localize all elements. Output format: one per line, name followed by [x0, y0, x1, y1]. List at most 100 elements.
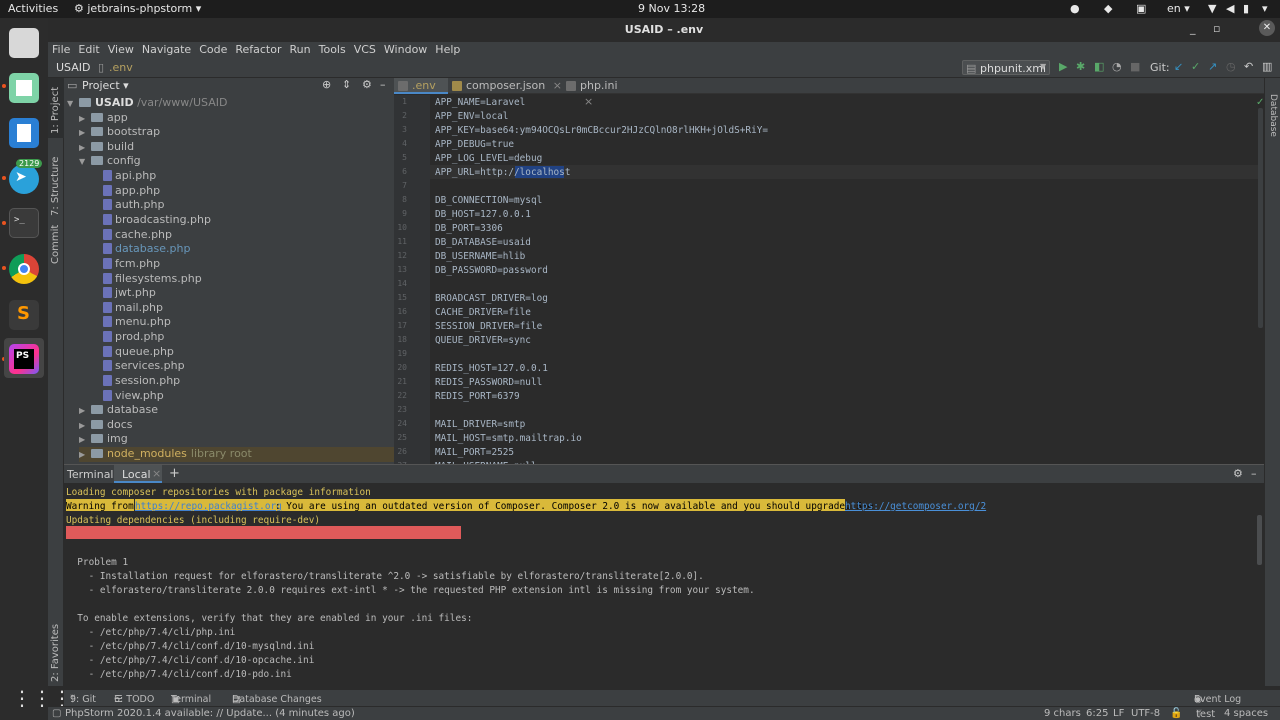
terminal-link[interactable]: https://repo.packagist.org [135, 501, 282, 512]
telegram-icon[interactable]: ➤ [9, 164, 39, 194]
tree-file[interactable]: jwt.php [91, 286, 156, 301]
activities-button[interactable]: Activities [8, 2, 58, 15]
gear-icon[interactable]: ⚙ [1233, 467, 1243, 480]
chevron-down-icon[interactable]: ▼ [79, 155, 91, 170]
tree-folder[interactable]: ▶ build [79, 140, 134, 155]
project-view-selector[interactable]: Project ▾ [82, 79, 129, 92]
tab-composer-json[interactable]: composer.json × [448, 78, 562, 94]
blank-app-icon[interactable] [9, 73, 39, 103]
code-line[interactable]: APP_ENV=local [435, 111, 508, 122]
editor-scrollbar[interactable] [1258, 108, 1263, 328]
status-indent[interactable]: 4 spaces [1224, 708, 1268, 719]
tree-file[interactable]: cache.php [91, 228, 172, 243]
run-icon[interactable]: ▶ [1059, 60, 1067, 73]
debug-icon[interactable]: ✱ [1076, 60, 1085, 73]
stop-icon[interactable]: ■ [1130, 60, 1140, 73]
sublime-icon[interactable]: S [9, 300, 39, 330]
chevron-right-icon[interactable]: ▶ [79, 433, 91, 448]
code-line[interactable]: DB_USERNAME=hlib [435, 251, 525, 262]
chrome-icon[interactable] [9, 254, 39, 284]
tree-file[interactable]: auth.php [91, 198, 164, 213]
files-icon[interactable] [9, 28, 39, 58]
sync-icon[interactable]: ● [1070, 2, 1080, 15]
phpstorm-icon[interactable]: PS [9, 344, 39, 374]
code-line[interactable]: DB_PASSWORD=password [435, 265, 548, 276]
clock[interactable]: 9 Nov 13:28 [638, 2, 705, 15]
git-commit-icon[interactable]: ✓ [1191, 60, 1200, 73]
code-line[interactable]: APP_URL=http://localhost [435, 167, 570, 178]
git-push-icon[interactable]: ↗ [1208, 60, 1217, 73]
tool-favorites[interactable]: 2: Favorites [50, 624, 61, 682]
code-line[interactable]: MAIL_HOST=smtp.mailtrap.io [435, 433, 582, 444]
coverage-icon[interactable]: ◧ [1094, 60, 1104, 73]
tree-folder[interactable]: ▶ bootstrap [79, 125, 160, 140]
locate-icon[interactable]: ⊕ [322, 78, 331, 91]
tree-root[interactable]: ▼ USAID /var/www/USAID [67, 96, 227, 111]
status-eol[interactable]: LF [1113, 708, 1124, 719]
status-message[interactable]: PhpStorm 2020.1.4 available: // Update..… [65, 708, 355, 719]
terminal-tab-local[interactable]: Local × [114, 465, 162, 483]
terminal-icon[interactable]: >_ [9, 208, 39, 238]
git-update-icon[interactable]: ↙ [1174, 60, 1183, 73]
code-line[interactable]: CACHE_DRIVER=file [435, 307, 531, 318]
breadcrumb-file[interactable]: .env [109, 61, 133, 74]
chevron-right-icon[interactable]: ▶ [79, 448, 91, 463]
tree-file[interactable]: services.php [91, 359, 185, 374]
tool-structure[interactable]: 7: Structure [50, 157, 61, 216]
tree-file[interactable]: queue.php [91, 345, 174, 360]
menu-code[interactable]: Code [195, 42, 231, 58]
tree-folder[interactable]: ▶ database [79, 403, 158, 418]
tree-file[interactable]: filesystems.php [91, 272, 202, 287]
tree-file[interactable]: view.php [91, 389, 164, 404]
menu-navigate[interactable]: Navigate [138, 42, 195, 58]
maximize-icon[interactable]: ▫ [1213, 22, 1220, 35]
lock-icon[interactable]: 🔓 [1170, 708, 1182, 719]
language-indicator[interactable]: en ▾ [1167, 2, 1190, 15]
app-menu[interactable]: ⚙ jetbrains-phpstorm ▾ [74, 2, 201, 15]
rollback-icon[interactable]: ↶ [1244, 60, 1253, 73]
writer-icon[interactable] [9, 118, 39, 148]
menu-run[interactable]: Run [286, 42, 315, 58]
tree-folder[interactable]: ▼ config [79, 154, 141, 169]
tree-file[interactable]: broadcasting.php [91, 213, 211, 228]
menu-tools[interactable]: Tools [315, 42, 350, 58]
chevron-right-icon[interactable]: ▶ [79, 419, 91, 434]
status-caret[interactable]: 6:25 [1086, 708, 1108, 719]
code-line[interactable]: MAIL_PORT=2525 [435, 447, 514, 458]
code-line[interactable]: REDIS_PASSWORD=null [435, 377, 542, 388]
code-line[interactable]: BROADCAST_DRIVER=log [435, 293, 548, 304]
close-icon[interactable]: ✕ [1259, 20, 1275, 36]
panel-toggle-icon[interactable]: ▢ [52, 708, 61, 719]
code-line[interactable]: DB_PORT=3306 [435, 223, 503, 234]
app-grid-icon[interactable]: ⋮⋮⋮ [12, 686, 72, 710]
code-line[interactable]: SESSION_DRIVER=file [435, 321, 542, 332]
menu-window[interactable]: Window [380, 42, 431, 58]
chevron-right-icon[interactable]: ▶ [79, 112, 91, 127]
menu-view[interactable]: View [104, 42, 138, 58]
code-line[interactable]: DB_HOST=127.0.0.1 [435, 209, 531, 220]
chevron-right-icon[interactable]: ▶ [79, 404, 91, 419]
chevron-down-icon[interactable]: ▾ [1262, 2, 1268, 15]
code-line[interactable]: APP_KEY=base64:ym94OCQsLr0mCBccur2HJzCQl… [435, 125, 768, 136]
tree-file[interactable]: menu.php [91, 315, 171, 330]
hide-icon[interactable]: – [1251, 467, 1257, 480]
collapse-icon[interactable]: ⇕ [342, 78, 351, 91]
wifi-icon[interactable]: ▼ [1208, 2, 1216, 15]
code-line[interactable]: APP_LOG_LEVEL=debug [435, 153, 542, 164]
history-icon[interactable]: ◷ [1226, 60, 1236, 73]
close-icon[interactable]: × [584, 95, 593, 108]
code-line[interactable]: DB_CONNECTION=mysql [435, 195, 542, 206]
terminal-scrollbar[interactable] [1257, 515, 1262, 565]
tool-database[interactable]: Database [1268, 94, 1278, 137]
menu-edit[interactable]: Edit [74, 42, 103, 58]
tab-php-ini[interactable]: php.ini × [562, 78, 632, 108]
code-line[interactable]: DB_DATABASE=usaid [435, 237, 531, 248]
code-line[interactable]: APP_DEBUG=true [435, 139, 514, 150]
close-icon[interactable]: × [152, 467, 161, 480]
code-line[interactable]: REDIS_HOST=127.0.0.1 [435, 363, 548, 374]
code-line[interactable]: APP_NAME=Laravel [435, 97, 525, 108]
tree-file[interactable]: session.php [91, 374, 180, 389]
volume-icon[interactable]: ◀ [1226, 2, 1234, 15]
chevron-right-icon[interactable]: ▶ [79, 141, 91, 156]
close-icon[interactable]: × [553, 79, 562, 92]
